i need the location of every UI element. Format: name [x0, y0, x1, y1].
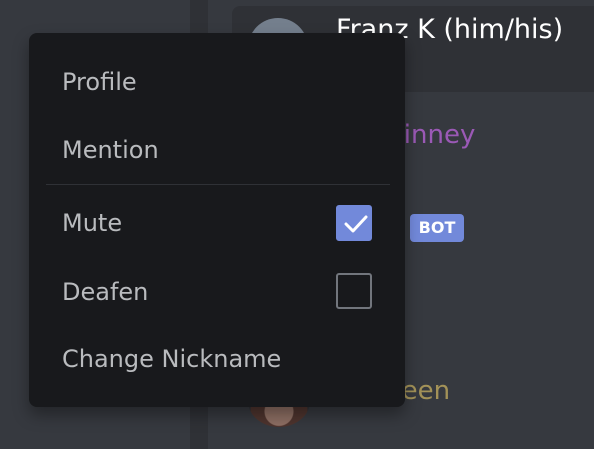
- menu-item-deafen[interactable]: Deafen: [62, 270, 382, 314]
- menu-item-change-nickname[interactable]: Change Nickname: [62, 337, 382, 381]
- discord-app: Franz K (him/his) ment McKinney BOT Skre…: [0, 0, 594, 449]
- mute-checkbox[interactable]: [336, 205, 372, 241]
- context-menu: Profile Mention Mute Deafen Change Nickn…: [29, 33, 405, 407]
- menu-separator: [46, 184, 390, 185]
- check-icon: [344, 215, 368, 233]
- bot-badge: BOT: [410, 214, 464, 242]
- menu-item-mention[interactable]: Mention: [62, 128, 382, 172]
- menu-item-profile[interactable]: Profile: [62, 60, 382, 104]
- menu-item-mute[interactable]: Mute: [62, 201, 382, 245]
- deafen-checkbox[interactable]: [336, 273, 372, 309]
